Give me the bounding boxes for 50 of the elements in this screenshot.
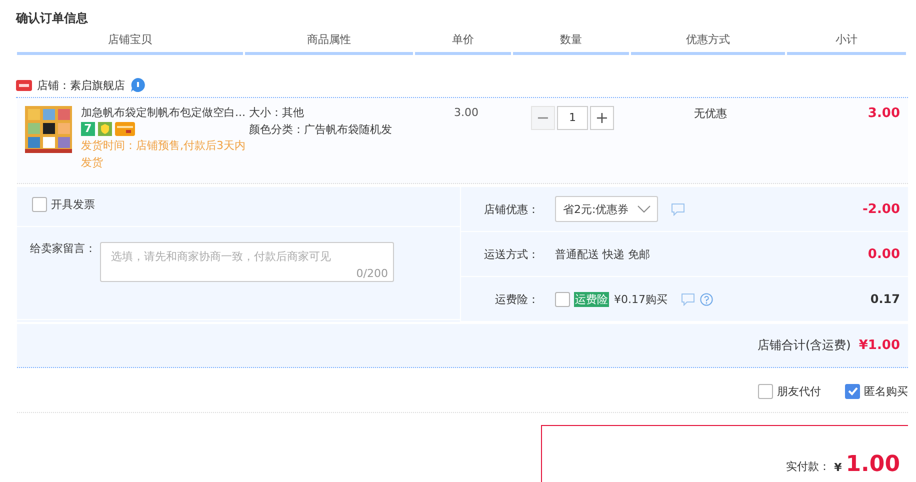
- checkbox[interactable]: [758, 384, 773, 398]
- char-counter: 0/200: [356, 267, 388, 280]
- product-attribute: 颜色分类：广告帆布袋随机发: [249, 122, 393, 138]
- column-header: 数量: [513, 32, 629, 55]
- currency-sign: ¥: [834, 461, 842, 474]
- store-badge-icon: [16, 80, 32, 90]
- shield-icon: [98, 122, 112, 136]
- subtotal: 3.00: [868, 106, 900, 121]
- shipping-method: 普通配送 快递 免邮: [555, 246, 650, 262]
- payment-label: 实付款：: [786, 459, 830, 474]
- option-label: 朋友代付: [777, 384, 821, 398]
- option-amount: -2.00: [862, 202, 901, 216]
- column-header: 店铺宝贝: [17, 32, 243, 55]
- option-label: 店铺优惠：: [483, 202, 539, 216]
- card-icon: [115, 122, 135, 136]
- store-name: 店铺：素启旗舰店: [37, 78, 125, 92]
- checkbox[interactable]: [555, 292, 570, 306]
- column-header: 商品属性: [245, 32, 413, 55]
- comment-icon[interactable]: [670, 202, 685, 216]
- chat-icon[interactable]: [130, 77, 146, 93]
- help-icon[interactable]: [700, 292, 712, 306]
- payment-amount: 1.00: [846, 454, 900, 476]
- comment-icon[interactable]: [680, 292, 694, 306]
- store-total-label: 店铺合计(含运费): [758, 337, 851, 354]
- chevron-icon: [636, 204, 651, 214]
- quantity-field[interactable]: 1: [557, 106, 588, 130]
- option-label: 匿名购买: [864, 384, 908, 398]
- increase-button[interactable]: +: [590, 106, 614, 130]
- checkbox[interactable]: [845, 384, 860, 398]
- option-amount: 0.00: [868, 246, 901, 262]
- option-label: 运送方式：: [483, 246, 539, 262]
- checkbox[interactable]: [32, 197, 47, 212]
- insurance-tag: 运费险: [574, 292, 609, 306]
- option-label: 运费险：: [494, 292, 539, 306]
- product-title[interactable]: 加急帆布袋定制帆布包定做空白...: [81, 106, 249, 119]
- seven-day-badge: 7: [81, 122, 95, 136]
- invoice-label: 开具发票: [51, 197, 95, 212]
- coupon-dropdown[interactable]: 省2元:优惠券: [555, 196, 658, 222]
- insurance-price: ¥0.17购买: [614, 292, 668, 306]
- product-attribute: 大小：其他: [249, 105, 305, 121]
- option-amount: 0.17: [870, 292, 901, 306]
- unit-price: 3.00: [454, 106, 478, 119]
- discount-text: 无优惠: [694, 107, 727, 120]
- column-header: 小计: [787, 32, 906, 55]
- message-label: 给卖家留言：: [30, 241, 96, 257]
- store-total: ¥1.00: [858, 338, 900, 353]
- column-header: 单价: [415, 32, 511, 55]
- page-title: 确认订单信息: [16, 10, 89, 26]
- column-header: 优惠方式: [631, 32, 785, 55]
- delivery-note: 发货时间：店铺预售,付款后3天内发货: [81, 138, 246, 171]
